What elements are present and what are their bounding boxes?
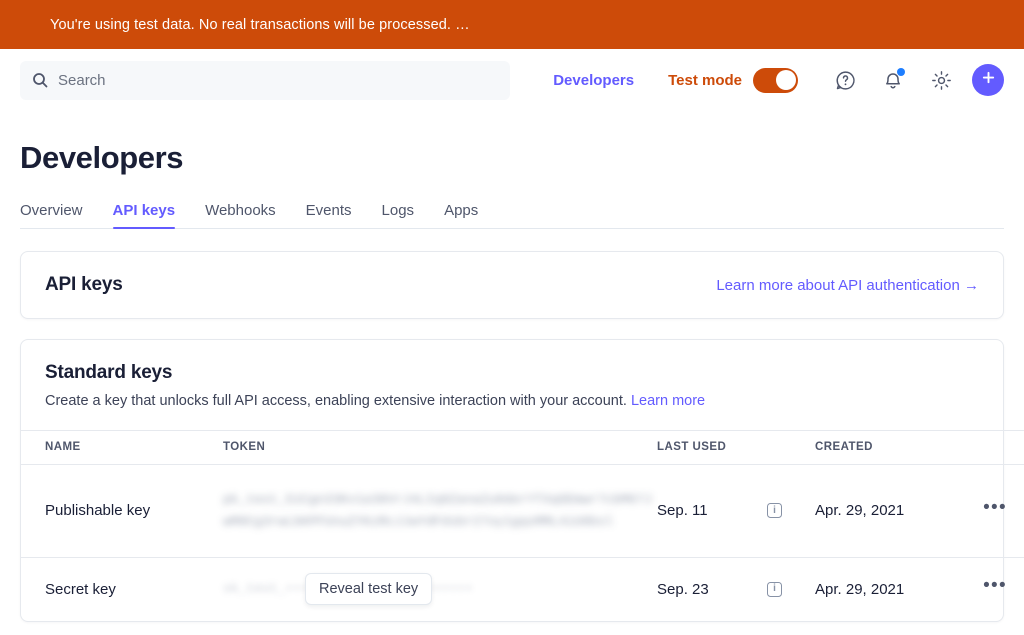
publishable-last-used: Sep. 11 xyxy=(657,502,708,520)
top-header: Search Developers Test mode xyxy=(0,49,1024,111)
column-header-created: CREATED xyxy=(815,429,965,465)
tab-logs[interactable]: Logs xyxy=(382,202,415,228)
gear-icon xyxy=(931,70,952,91)
cell-key-token[interactable]: sk_test_•••••••••••••••••••••••• Reveal … xyxy=(223,557,657,621)
secret-key-name: Secret key xyxy=(45,580,116,598)
notification-badge-dot xyxy=(897,68,905,76)
table-row[interactable]: Publishable key pk_test_51Cgn33Kv1a38VrJ… xyxy=(21,464,1024,558)
column-header-actions xyxy=(965,429,1024,465)
standard-keys-description: Create a key that unlocks full API acces… xyxy=(45,392,979,412)
test-mode-label: Test mode xyxy=(668,71,742,89)
table-row[interactable]: Secret key sk_test_•••••••••••••••••••••… xyxy=(21,557,1024,621)
test-mode-banner-text: You're using test data. No real transact… xyxy=(50,16,470,33)
info-icon[interactable]: i xyxy=(767,581,782,597)
ellipsis-icon[interactable]: ••• xyxy=(983,577,1007,597)
secret-key-token[interactable]: sk_test_•••••••••••••••••••••••• Reveal … xyxy=(223,558,657,621)
help-circle-icon xyxy=(835,70,856,91)
publishable-key-token[interactable]: pk_test_51Cgn33Kv1a38VrJ4LIq8ZanaZu0derY… xyxy=(223,465,657,557)
table-body: Publishable key pk_test_51Cgn33Kv1a38VrJ… xyxy=(21,464,1024,621)
column-header-spacer xyxy=(767,429,815,465)
tab-overview[interactable]: Overview xyxy=(20,202,83,228)
secret-created: Apr. 29, 2021 xyxy=(815,580,905,598)
create-button[interactable] xyxy=(972,64,1004,96)
page-title: Developers xyxy=(20,140,184,175)
search-input[interactable]: Search xyxy=(20,60,510,100)
search-placeholder: Search xyxy=(58,71,106,89)
cell-key-name: Publishable key xyxy=(21,464,223,558)
test-mode-control: Test mode xyxy=(668,67,798,93)
api-keys-card: API keys Learn more about API authentica… xyxy=(20,251,1004,319)
cell-key-token[interactable]: pk_test_51Cgn33Kv1a38VrJ4LIq8ZanaZu0derY… xyxy=(223,464,657,558)
plus-icon xyxy=(981,70,996,90)
toggle-knob xyxy=(775,70,796,90)
notifications-button[interactable] xyxy=(876,63,910,97)
reveal-test-key-button[interactable]: Reveal test key xyxy=(305,573,433,606)
help-button[interactable] xyxy=(828,63,862,97)
cell-actions[interactable]: ••• xyxy=(965,464,1024,558)
settings-button[interactable] xyxy=(924,63,958,97)
cell-info[interactable]: i xyxy=(767,464,815,558)
test-mode-toggle[interactable] xyxy=(753,67,798,93)
publishable-key-name: Publishable key xyxy=(45,502,151,520)
developers-link[interactable]: Developers xyxy=(553,72,634,89)
tab-api-keys[interactable]: API keys xyxy=(112,202,175,229)
api-keys-table: NAME TOKEN LAST USED CREATED Publishable… xyxy=(21,429,1024,621)
standard-keys-title: Standard keys xyxy=(45,362,173,383)
tab-events[interactable]: Events xyxy=(306,202,352,228)
publishable-token-obscured: pk_test_51Cgn33Kv1a38VrJ4LIq8ZanaZu0derY… xyxy=(223,492,653,529)
cell-created: Apr. 29, 2021 xyxy=(815,557,965,621)
search-icon xyxy=(32,72,48,88)
cell-actions[interactable]: ••• xyxy=(965,557,1024,621)
api-keys-card-title: API keys xyxy=(45,274,123,295)
standard-keys-header: Standard keys Create a key that unlocks … xyxy=(21,340,1003,430)
cell-key-name: Secret key xyxy=(21,557,223,621)
tab-bar: Overview API keys Webhooks Events Logs A… xyxy=(20,202,1004,229)
header-actions: Developers Test mode xyxy=(553,63,1004,97)
standard-keys-learn-more-link[interactable]: Learn more xyxy=(631,393,705,409)
cell-created: Apr. 29, 2021 xyxy=(815,464,965,558)
standard-keys-card: Standard keys Create a key that unlocks … xyxy=(20,339,1024,622)
tab-webhooks[interactable]: Webhooks xyxy=(205,202,276,228)
cell-info[interactable]: i xyxy=(767,557,815,621)
test-mode-banner: You're using test data. No real transact… xyxy=(0,0,1024,49)
ellipsis-icon[interactable]: ••• xyxy=(983,498,1007,519)
cell-last-used: Sep. 11 xyxy=(657,464,767,558)
page-body: Developers Overview API keys Webhooks Ev… xyxy=(0,140,1024,622)
table-header-row: NAME TOKEN LAST USED CREATED xyxy=(21,429,1024,465)
standard-keys-description-text: Create a key that unlocks full API acces… xyxy=(45,393,627,409)
table-header: NAME TOKEN LAST USED CREATED xyxy=(21,429,1024,465)
api-authentication-link[interactable]: Learn more about API authentication → xyxy=(716,277,979,294)
tab-apps[interactable]: Apps xyxy=(444,202,478,228)
publishable-created: Apr. 29, 2021 xyxy=(815,502,905,520)
cell-last-used: Sep. 23 xyxy=(657,557,767,621)
secret-last-used: Sep. 23 xyxy=(657,580,709,598)
column-header-token: TOKEN xyxy=(223,429,657,465)
info-icon[interactable]: i xyxy=(767,503,782,519)
column-header-name: NAME xyxy=(21,429,223,465)
column-header-last-used: LAST USED xyxy=(657,429,767,465)
